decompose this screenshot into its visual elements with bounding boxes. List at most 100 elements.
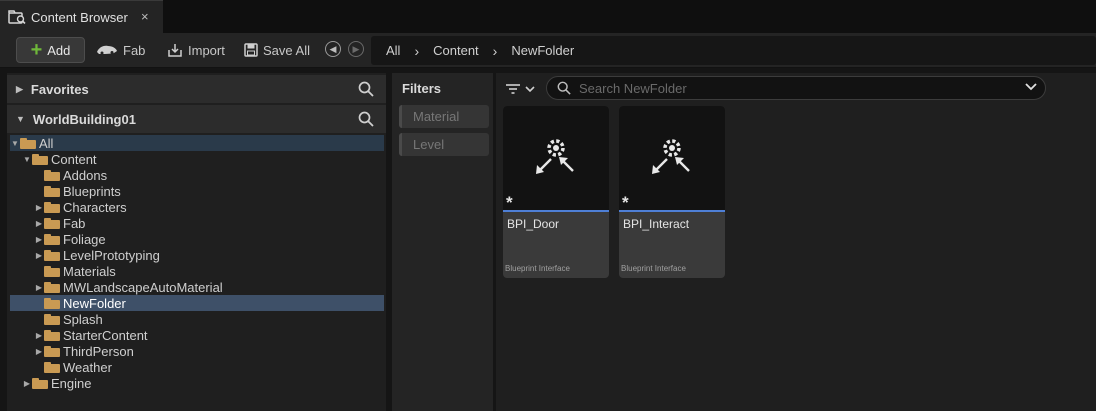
chevron-right-icon[interactable]: ▶ [34, 219, 44, 228]
search-input[interactable] [577, 79, 1021, 97]
chevron-right-icon[interactable]: › [493, 43, 498, 59]
tree-item-blueprints[interactable]: Blueprints [10, 183, 384, 199]
import-icon [168, 44, 182, 57]
tree-item-addons[interactable]: Addons [10, 167, 384, 183]
tree-item-thirdperson[interactable]: ▶ ThirdPerson [10, 343, 384, 359]
tree-item-label: Fab [63, 215, 86, 231]
folder-icon [44, 217, 60, 229]
folder-icon [44, 345, 60, 357]
content-browser-icon [8, 10, 26, 24]
folder-icon [20, 137, 36, 149]
add-button-label: Add [47, 42, 71, 58]
forward-arrow-icon[interactable]: ▶ [348, 41, 364, 57]
tree-item-label: Addons [63, 167, 108, 183]
filter-chip-material[interactable]: Material [399, 105, 489, 128]
asset-tile-bpi-interact[interactable]: * BPI_Interact Blueprint Interface [619, 106, 725, 278]
asset-thumbnail [619, 106, 725, 210]
chevron-down-icon[interactable]: ▼ [10, 139, 20, 148]
chevron-down-icon[interactable] [1025, 82, 1037, 92]
close-icon[interactable]: × [141, 9, 149, 24]
import-button-label: Import [188, 42, 225, 58]
chevron-right-icon[interactable]: ▶ [34, 235, 44, 244]
fab-button-label: Fab [123, 42, 146, 58]
tree-item-splash[interactable]: Splash [10, 311, 384, 327]
blueprint-interface-icon [536, 139, 574, 174]
chevron-right-icon[interactable]: ▶ [22, 379, 32, 388]
tree-item-engine[interactable]: ▶ Engine [10, 375, 384, 391]
tree-item-fab[interactable]: ▶ Fab [10, 215, 384, 231]
search-icon[interactable] [358, 111, 374, 127]
save-all-button[interactable]: Save All [244, 37, 310, 63]
tree-item-label: Content [51, 151, 97, 167]
filter-dropdown-button[interactable] [505, 80, 539, 98]
breadcrumb-item-newfolder[interactable]: NewFolder [511, 43, 574, 58]
tree-item-foliage[interactable]: ▶ Foliage [10, 231, 384, 247]
folder-icon [44, 313, 60, 325]
chevron-right-icon[interactable]: ▶ [34, 331, 44, 340]
folder-icon [44, 233, 60, 245]
import-button[interactable]: Import [167, 37, 225, 63]
filter-icon [506, 84, 520, 94]
tree-item-label: NewFolder [63, 295, 126, 311]
blueprint-interface-icon [652, 139, 690, 174]
tree-item-all[interactable]: ▼ All [10, 135, 384, 151]
tree-item-weather[interactable]: Weather [10, 359, 384, 375]
add-button[interactable]: + Add [16, 37, 85, 63]
favorites-header[interactable]: ▶ Favorites [7, 75, 386, 103]
tree-item-startercontent[interactable]: ▶ StarterContent [10, 327, 384, 343]
filter-chip-label: Level [413, 137, 445, 152]
toolbar: + Add Fab Import Save All ◀ ▶ All › Cont… [0, 33, 1096, 68]
tree-item-levelprototyping[interactable]: ▶ LevelPrototyping [10, 247, 384, 263]
tab-content-browser[interactable]: Content Browser × [0, 0, 163, 33]
breadcrumb-item-content[interactable]: Content [433, 43, 479, 58]
project-label: WorldBuilding01 [32, 111, 136, 127]
search-icon [557, 81, 571, 95]
asset-type: Blueprint Interface [505, 264, 570, 273]
project-header[interactable]: ▼ WorldBuilding01 [7, 105, 386, 133]
chevron-right-icon[interactable]: ▶ [16, 84, 23, 95]
chevron-down-icon[interactable]: ▼ [22, 155, 32, 164]
asset-color-bar [619, 210, 725, 212]
back-arrow-icon[interactable]: ◀ [325, 41, 341, 57]
chevron-right-icon[interactable]: ▶ [34, 283, 44, 292]
fab-button[interactable]: Fab [96, 37, 145, 63]
folder-icon [44, 201, 60, 213]
chevron-right-icon[interactable]: ▶ [34, 203, 44, 212]
asset-thumbnail [503, 106, 609, 210]
tree-item-label: LevelPrototyping [63, 247, 160, 263]
tree-item-mwlandscapeautomaterial[interactable]: ▶ MWLandscapeAutoMaterial [10, 279, 384, 295]
tree-item-label: ThirdPerson [63, 343, 134, 359]
tree-item-content[interactable]: ▼ Content [10, 151, 384, 167]
tree-item-label: Foliage [63, 231, 106, 247]
chevron-down-icon[interactable]: ▼ [16, 114, 25, 124]
folder-icon [44, 265, 60, 277]
tree-item-label: All [39, 135, 54, 151]
chevron-right-icon[interactable]: › [414, 43, 419, 59]
search-icon[interactable] [358, 81, 374, 97]
sources-panel: ▶ Favorites ▼ WorldBuilding01 ▼ All ▼ Conte… [7, 73, 386, 411]
asset-view: * BPI_Door Blueprint Interface * BPI_Int… [496, 73, 1096, 411]
save-icon [244, 43, 258, 57]
favorites-label: Favorites [30, 81, 89, 97]
asset-tile-bpi-door[interactable]: * BPI_Door Blueprint Interface [503, 106, 609, 278]
chevron-right-icon[interactable]: ▶ [34, 251, 44, 260]
filter-chip-level[interactable]: Level [399, 133, 489, 156]
tree-item-materials[interactable]: Materials [10, 263, 384, 279]
unsaved-asterisk-icon: * [506, 193, 513, 212]
search-box [546, 76, 1046, 100]
unsaved-asterisk-icon: * [622, 193, 629, 212]
asset-name: BPI_Door [507, 217, 560, 231]
tab-title: Content Browser [31, 10, 128, 25]
tree-item-label: MWLandscapeAutoMaterial [63, 279, 223, 295]
asset-type: Blueprint Interface [621, 264, 686, 273]
folder-icon [44, 361, 60, 373]
filters-panel: Filters Material Level [392, 73, 493, 411]
plus-icon: + [30, 39, 43, 61]
breadcrumb-item-all[interactable]: All [386, 43, 400, 58]
tree-item-characters[interactable]: ▶ Characters [10, 199, 384, 215]
chevron-right-icon[interactable]: ▶ [34, 347, 44, 356]
asset-name: BPI_Interact [623, 217, 690, 231]
folder-icon [44, 281, 60, 293]
filter-chip-label: Material [413, 109, 460, 124]
tree-item-newfolder[interactable]: NewFolder [10, 295, 384, 311]
